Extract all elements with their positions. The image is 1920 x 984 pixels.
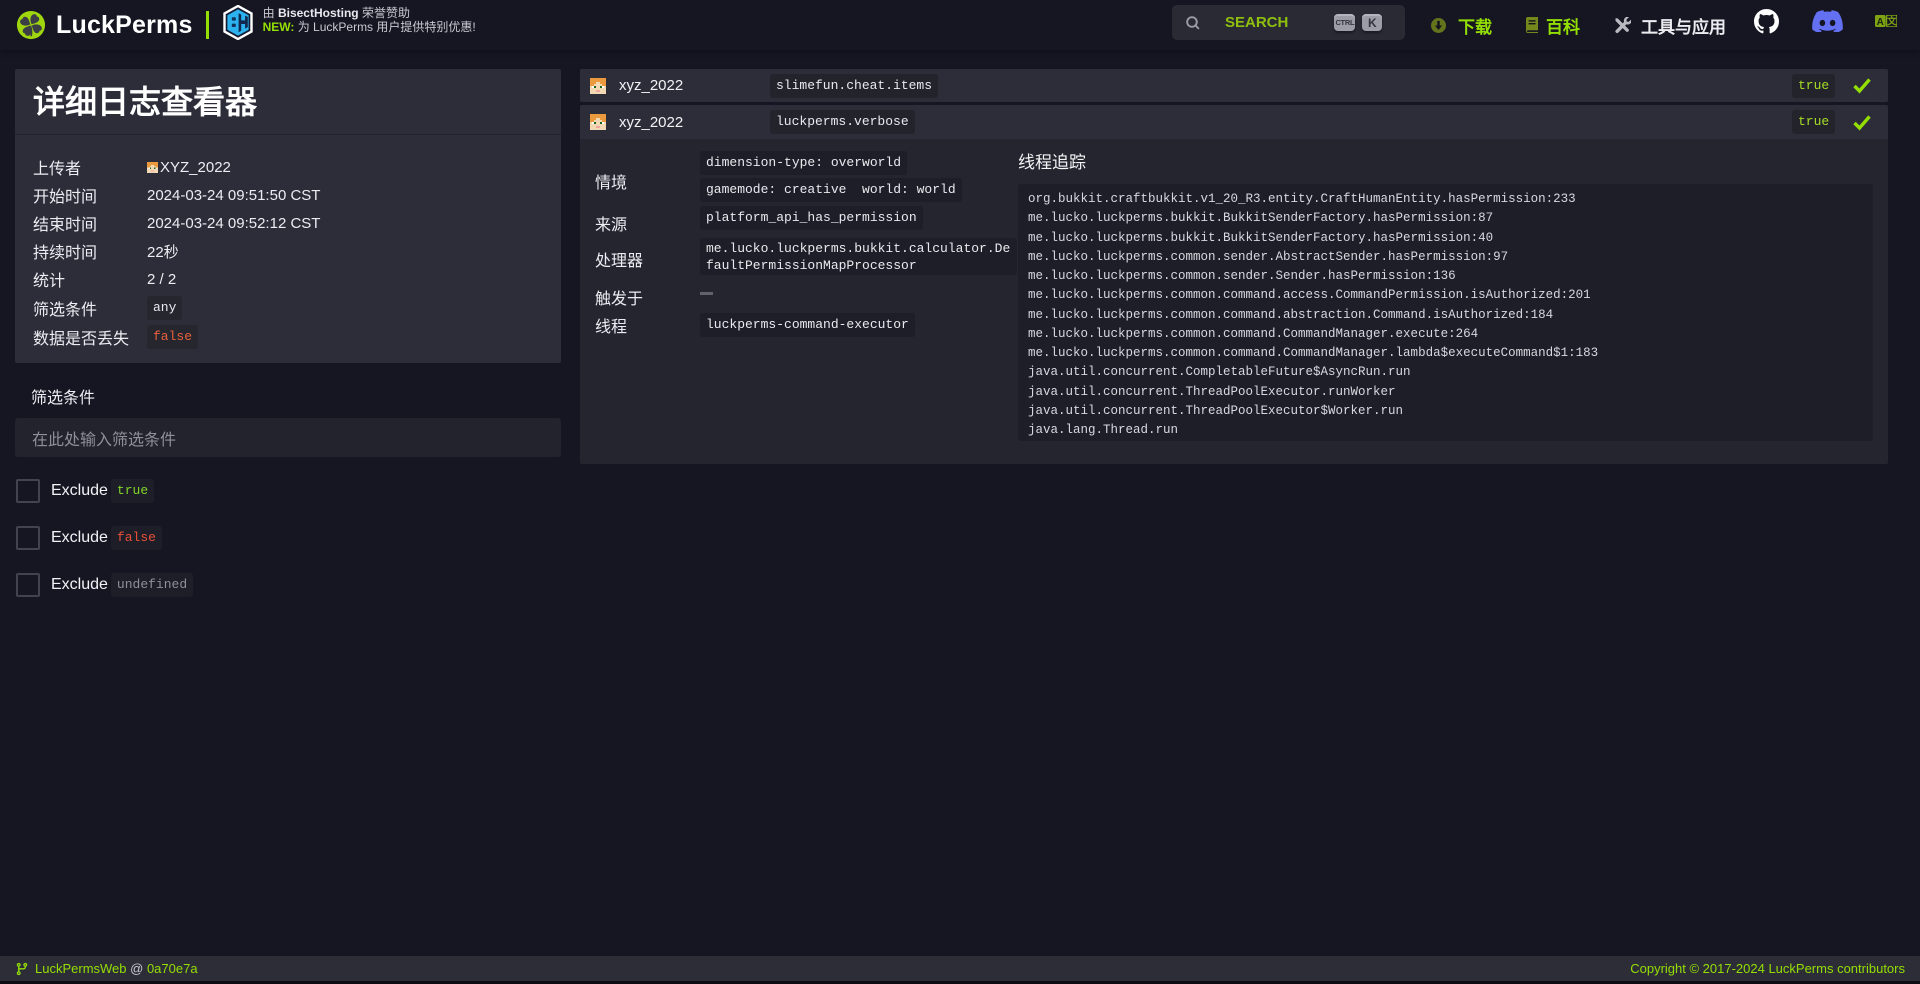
- svg-text:文: 文: [1886, 16, 1897, 27]
- svg-text:A: A: [1877, 17, 1884, 27]
